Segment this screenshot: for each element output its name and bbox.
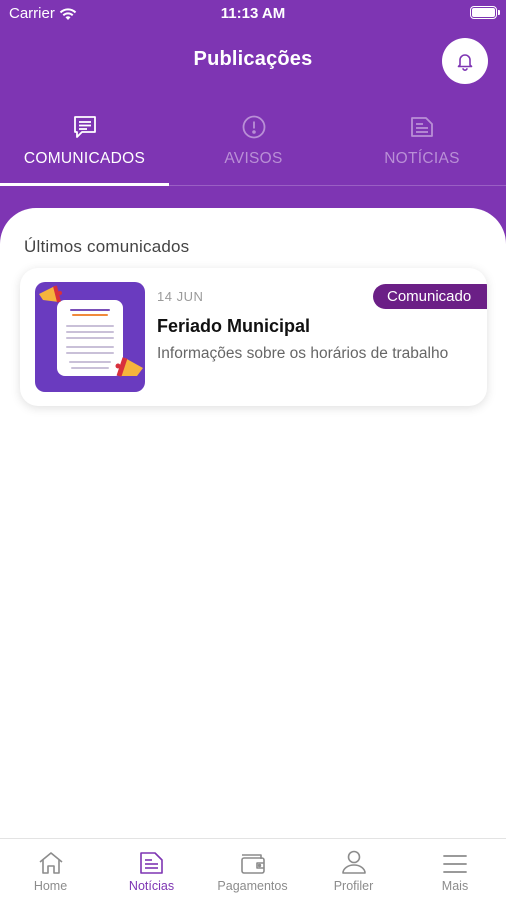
tab-avisos[interactable]: AVISOS: [169, 110, 338, 185]
nav-label: Home: [33, 879, 68, 893]
megaphone-icon: [115, 357, 143, 377]
user-icon: [341, 850, 366, 874]
alert-circle-icon: [242, 115, 265, 139]
nav-label: Mais: [441, 879, 469, 893]
home-icon: [38, 852, 63, 874]
content-panel: Últimos comunicados 14 JUN Feriado Munic…: [0, 208, 506, 848]
nav-noticias[interactable]: Notícias: [101, 839, 202, 900]
battery-icon: [470, 6, 500, 19]
tab-label: COMUNICADOS: [23, 150, 146, 167]
nav-label: Profiler: [333, 879, 374, 893]
notifications-button[interactable]: [442, 38, 488, 84]
bell-icon: [457, 54, 473, 71]
section-title: Últimos comunicados: [24, 237, 190, 256]
nav-home[interactable]: Home: [0, 839, 101, 900]
page-title: Publicações: [193, 48, 313, 70]
item-title: Feriado Municipal: [157, 316, 311, 336]
status-bar: Carrier 11:13 AM: [0, 0, 506, 28]
status-time: 11:13 AM: [220, 5, 286, 22]
list-item[interactable]: 14 JUN Feriado Municipal Informações sob…: [20, 268, 487, 406]
nav-label: Pagamentos: [217, 879, 288, 893]
bottom-navigation: Home Notícias Pagamentos Profiler Mais: [0, 838, 506, 900]
announcement-thumbnail: [35, 282, 145, 392]
chat-bubble-icon: [73, 116, 96, 138]
item-date: 14 JUN: [157, 289, 204, 304]
nav-pagamentos[interactable]: Pagamentos: [202, 839, 303, 900]
active-tab-indicator: [0, 183, 169, 186]
nav-mais[interactable]: Mais: [404, 839, 506, 900]
tab-label: AVISOS: [224, 150, 283, 167]
menu-icon: [443, 855, 467, 873]
nav-profiler[interactable]: Profiler: [303, 839, 404, 900]
tab-label: NOTÍCIAS: [384, 150, 460, 167]
wallet-icon: [240, 854, 265, 874]
document-icon: [411, 117, 433, 137]
megaphone-icon: [39, 285, 62, 303]
category-badge: Comunicado: [373, 284, 487, 309]
nav-label: Notícias: [128, 879, 175, 893]
tab-noticias[interactable]: NOTÍCIAS: [338, 110, 506, 185]
news-icon: [139, 852, 163, 874]
item-subtitle: Informações sobre os horários de trabalh…: [157, 345, 449, 362]
tab-comunicados[interactable]: COMUNICADOS: [0, 110, 169, 185]
